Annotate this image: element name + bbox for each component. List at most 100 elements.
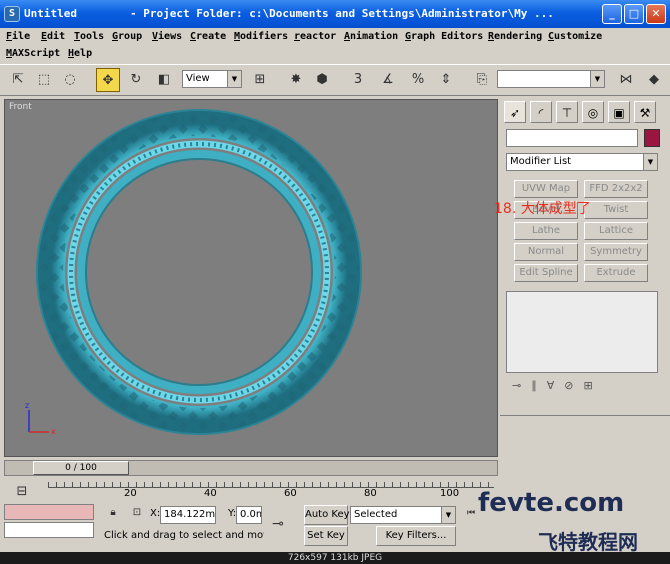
- select-region-icon[interactable]: ⬚: [32, 68, 56, 92]
- ffd-button[interactable]: FFD 2x2x2: [584, 180, 648, 198]
- key-filters-button[interactable]: Key Filters...: [376, 526, 456, 546]
- spinner-snap-icon[interactable]: ⇕: [434, 68, 458, 92]
- absolute-mode-icon[interactable]: ⊡: [128, 504, 146, 522]
- mini-curve-editor-icon[interactable]: ⊟: [10, 480, 34, 504]
- menu-modifiers[interactable]: Modifiers: [234, 31, 288, 42]
- motion-tab-icon[interactable]: ◎: [582, 101, 604, 123]
- close-button[interactable]: ✕: [646, 4, 666, 24]
- menu-group[interactable]: Group: [112, 31, 142, 42]
- svg-text:x: x: [51, 427, 56, 436]
- menu-help[interactable]: Help: [68, 48, 92, 59]
- svg-text:z: z: [25, 401, 29, 410]
- extrude-button[interactable]: Extrude: [584, 264, 648, 282]
- menu-bar: File Edit Tools Group Views Create Modif…: [0, 28, 670, 64]
- maxscript-listener[interactable]: [4, 504, 94, 520]
- rotate-icon[interactable]: ↻: [124, 68, 148, 92]
- chevron-down-icon: ▼: [441, 507, 455, 523]
- align-icon[interactable]: ◆: [642, 68, 666, 92]
- auto-key-button[interactable]: Auto Key: [304, 505, 350, 525]
- chevron-down-icon: ▼: [643, 154, 657, 170]
- normal-button[interactable]: Normal: [514, 243, 578, 261]
- object-color-swatch[interactable]: [644, 129, 660, 147]
- x-label: X:: [150, 508, 161, 519]
- menu-tools[interactable]: Tools: [74, 31, 104, 42]
- project-path: - Project Folder: c:\Documents and Setti…: [130, 7, 554, 20]
- chevron-down-icon: ▼: [227, 71, 241, 87]
- percent-snap-icon[interactable]: %: [406, 68, 430, 92]
- display-tab-icon[interactable]: ▣: [608, 101, 630, 123]
- stack-tools[interactable]: ⊸∥∀⊘⊞: [512, 379, 662, 397]
- angle-snap-icon[interactable]: ∡: [376, 68, 400, 92]
- track-ticks: [48, 482, 494, 488]
- named-selection-icon[interactable]: ⎘: [470, 68, 494, 92]
- tick-label: 40: [204, 488, 217, 499]
- image-info-strip: 726x597 131kb JPEG: [0, 552, 670, 564]
- rollout-area: [500, 415, 670, 499]
- window-title: Untitled: [24, 7, 77, 20]
- link-icon[interactable]: ⇱: [6, 68, 30, 92]
- watermark-logo-cn: 飞特教程网: [538, 530, 638, 554]
- time-slider[interactable]: 0 / 100: [4, 460, 498, 476]
- move-icon[interactable]: ✥: [96, 68, 120, 92]
- menu-edit[interactable]: Edit: [41, 31, 65, 42]
- maximize-button[interactable]: □: [624, 4, 644, 24]
- lathe-button[interactable]: Lathe: [514, 222, 578, 240]
- select-lasso-icon[interactable]: ◌: [58, 68, 82, 92]
- app-icon: S: [4, 6, 20, 22]
- key-set-dropdown[interactable]: Selected ▼: [350, 506, 456, 524]
- tick-label: 100: [440, 488, 460, 499]
- menu-views[interactable]: Views: [152, 31, 182, 42]
- object-name-field[interactable]: [506, 129, 638, 147]
- prompt-line: Click and drag to select and move o: [104, 530, 264, 541]
- chevron-down-icon: ▼: [590, 71, 604, 87]
- mirror-icon[interactable]: ⋈: [614, 68, 638, 92]
- pivot-icon[interactable]: ⊞: [248, 68, 272, 92]
- tick-label: 80: [364, 488, 377, 499]
- lock-icon[interactable]: 🔒︎: [104, 504, 122, 522]
- watermark-logo: fevte.com: [478, 488, 625, 518]
- set-key-button[interactable]: Set Key: [304, 526, 348, 546]
- ring-object[interactable]: z x: [5, 100, 498, 457]
- x-coord-field[interactable]: 184.122mn: [160, 506, 216, 524]
- menu-create[interactable]: Create: [190, 31, 226, 42]
- reference-coord-dropdown[interactable]: View ▼: [182, 70, 242, 88]
- y-coord-field[interactable]: 0.0m: [236, 506, 262, 524]
- menu-file[interactable]: File: [6, 31, 30, 42]
- front-viewport[interactable]: Front z x: [4, 99, 498, 457]
- maxscript-output[interactable]: [4, 522, 94, 538]
- menu-animation[interactable]: Animation: [344, 31, 398, 42]
- snap-icon[interactable]: 3: [346, 68, 370, 92]
- minimize-button[interactable]: _: [602, 4, 622, 24]
- scale-icon[interactable]: ◧: [152, 68, 176, 92]
- symmetry-button[interactable]: Symmetry: [584, 243, 648, 261]
- named-selection-dropdown[interactable]: ▼: [497, 70, 605, 88]
- modifier-list-dropdown[interactable]: Modifier List ▼: [506, 153, 658, 171]
- menu-maxscript[interactable]: MAXScript: [6, 48, 60, 59]
- utilities-tab-icon[interactable]: ⚒: [634, 101, 656, 123]
- track-bar[interactable]: 20 40 60 80 100: [4, 478, 498, 500]
- modify-tab-icon[interactable]: ◜: [530, 101, 552, 123]
- tick-label: 20: [124, 488, 137, 499]
- modifier-stack[interactable]: [506, 291, 658, 373]
- keyboard-shortcut-icon[interactable]: ⬢: [310, 68, 334, 92]
- uvw-map-button[interactable]: UVW Map: [514, 180, 578, 198]
- twist-button[interactable]: Twist: [584, 201, 648, 219]
- command-panel: ➶ ◜ ⊤ ◎ ▣ ⚒ Modifier List ▼ UVW Map FFD …: [500, 99, 670, 499]
- tick-label: 60: [284, 488, 297, 499]
- y-label: Y:: [228, 508, 237, 519]
- menu-customize[interactable]: Customize: [548, 31, 602, 42]
- hierarchy-tab-icon[interactable]: ⊤: [556, 101, 578, 123]
- step-annotation: 18. 大体成型了: [494, 201, 591, 217]
- edit-spline-button[interactable]: Edit Spline: [514, 264, 578, 282]
- main-toolbar: ⇱ ⬚ ◌ ✥ ↻ ◧ View ▼ ⊞ ✸ ⬢ 3 ∡ % ⇕ ⎘ ▼ ⋈ ◆: [0, 64, 670, 96]
- lattice-button[interactable]: Lattice: [584, 222, 648, 240]
- manipulate-icon[interactable]: ✸: [284, 68, 308, 92]
- create-tab-icon[interactable]: ➶: [504, 101, 526, 123]
- menu-reactor[interactable]: reactor: [294, 31, 336, 42]
- time-slider-thumb[interactable]: 0 / 100: [33, 461, 129, 475]
- key-icon[interactable]: ⊸: [266, 512, 290, 536]
- axis-gizmo: z x: [25, 401, 56, 436]
- menu-rendering[interactable]: Rendering: [488, 31, 542, 42]
- menu-graph-editors[interactable]: Graph Editors: [405, 31, 483, 42]
- title-bar: S Untitled - Project Folder: c:\Document…: [0, 0, 670, 28]
